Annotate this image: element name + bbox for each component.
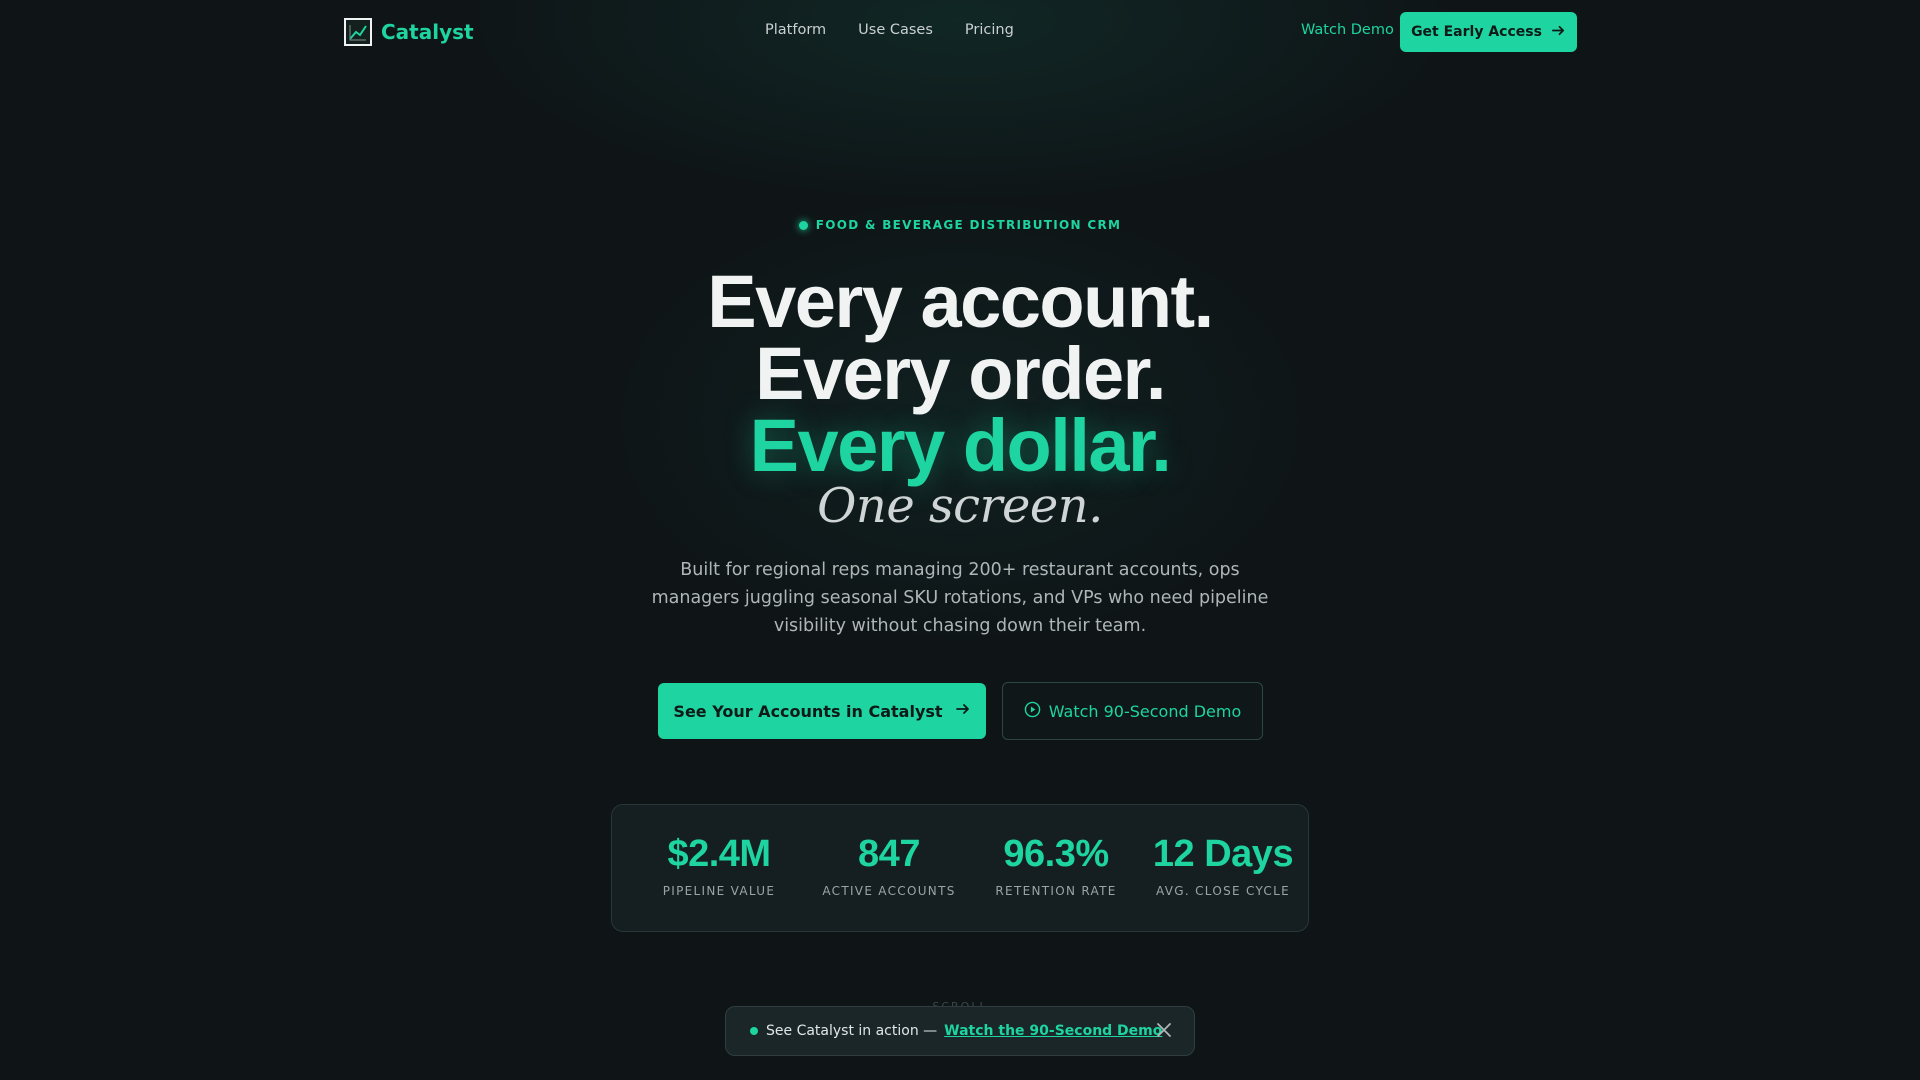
- banner-demo-link[interactable]: Watch the 90-Second Demo: [944, 1023, 1162, 1039]
- headline-line-3: Every dollar.: [749, 404, 1172, 487]
- stat-value: 96.3%: [1003, 833, 1109, 875]
- watch-demo-button[interactable]: Watch 90-Second Demo: [1002, 682, 1263, 740]
- top-nav: Catalyst Platform Use Cases Pricing Watc…: [0, 0, 1920, 64]
- watch-demo-label: Watch 90-Second Demo: [1048, 701, 1242, 721]
- status-dot-icon: [750, 1027, 758, 1035]
- hero-eyebrow: FOOD & BEVERAGE DISTRIBUTION CRM: [0, 218, 1920, 232]
- get-early-access-button[interactable]: Get Early Access: [1400, 12, 1577, 52]
- stat-value: 12 Days: [1152, 833, 1294, 875]
- get-early-access-label: Get Early Access: [1411, 24, 1542, 40]
- play-circle-icon: [1024, 701, 1041, 722]
- demo-banner: See Catalyst in action — Watch the 90-Se…: [725, 1006, 1195, 1056]
- landing-page: Catalyst Platform Use Cases Pricing Watc…: [0, 0, 1920, 1080]
- nav-link-platform[interactable]: Platform: [765, 22, 826, 38]
- brand-logo[interactable]: Catalyst: [344, 18, 474, 46]
- hero-subtitle: Built for regional reps managing 200+ re…: [651, 560, 1269, 636]
- brand-name: Catalyst: [381, 20, 474, 44]
- stat-label: ACTIVE ACCOUNTS: [822, 884, 956, 898]
- arrow-right-icon: [1551, 23, 1566, 42]
- nav-links: Platform Use Cases Pricing: [765, 22, 1014, 38]
- stat-label: PIPELINE VALUE: [662, 884, 776, 898]
- stat-active-accounts: 847 ACTIVE ACCOUNTS: [804, 833, 974, 898]
- stat-retention-rate: 96.3% RETENTION RATE: [971, 833, 1141, 898]
- nav-link-use-cases[interactable]: Use Cases: [858, 22, 933, 38]
- status-dot-icon: [798, 220, 808, 230]
- stat-pipeline-value: $2.4M PIPELINE VALUE: [634, 833, 804, 898]
- headline-line-4: One screen.: [817, 478, 1103, 534]
- close-icon: [1156, 1022, 1172, 1041]
- headline-line-2: Every order.: [755, 332, 1166, 415]
- stat-label: RETENTION RATE: [995, 884, 1117, 898]
- stat-value: $2.4M: [667, 833, 771, 875]
- eyebrow-text: FOOD & BEVERAGE DISTRIBUTION CRM: [815, 218, 1122, 232]
- banner-text: See Catalyst in action —: [766, 1023, 938, 1039]
- headline-line-1: Every account.: [707, 260, 1214, 343]
- see-accounts-label: See Your Accounts in Catalyst: [673, 701, 943, 721]
- stat-value: 847: [858, 833, 920, 875]
- chart-logo-icon: [344, 18, 372, 46]
- stats-panel: $2.4M PIPELINE VALUE 847 ACTIVE ACCOUNTS…: [611, 804, 1309, 932]
- nav-link-pricing[interactable]: Pricing: [965, 22, 1014, 38]
- arrow-right-icon: [955, 701, 971, 721]
- see-accounts-button[interactable]: See Your Accounts in Catalyst: [658, 683, 986, 739]
- watch-demo-link[interactable]: Watch Demo: [1301, 22, 1394, 38]
- stat-label: AVG. CLOSE CYCLE: [1156, 884, 1290, 898]
- stat-close-cycle: 12 Days AVG. CLOSE CYCLE: [1138, 833, 1308, 898]
- close-banner-button[interactable]: [1154, 1021, 1174, 1041]
